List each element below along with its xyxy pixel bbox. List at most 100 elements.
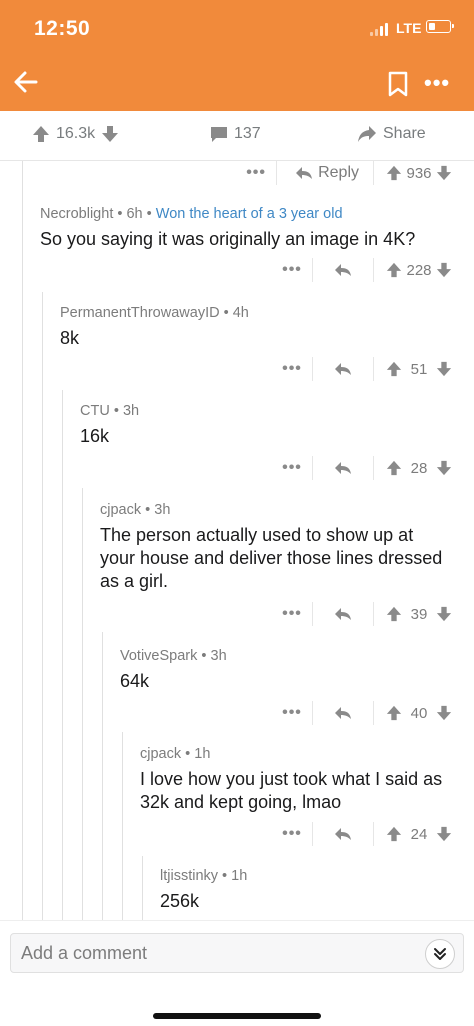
home-indicator [153, 1013, 321, 1019]
add-comment-input[interactable]: Add a comment [10, 933, 464, 973]
comment: VotiveSpark • 3h 64k [120, 648, 450, 693]
downvote-arrow-icon[interactable] [436, 165, 452, 181]
comment-bubble-icon [211, 127, 227, 142]
thread-line [62, 390, 63, 920]
bottom-bar: Add a comment [0, 920, 474, 1026]
reply-arrow-icon [335, 462, 351, 474]
downvote-arrow-icon[interactable] [436, 460, 452, 476]
upvote-arrow-icon[interactable] [386, 460, 402, 476]
reply-button[interactable] [313, 706, 373, 720]
comment-meta: Necroblight • 6h • Won the heart of a 3 … [40, 206, 343, 222]
comment-vote: 24 [374, 826, 452, 843]
upvote-arrow-icon[interactable] [386, 705, 402, 721]
comment-vote: 228 [374, 262, 452, 279]
comment-meta: VotiveSpark • 3h [120, 648, 227, 664]
comment-more-button[interactable]: ••• [272, 704, 312, 722]
comment-meta: CTU • 3h [80, 403, 140, 419]
downvote-arrow-icon[interactable] [436, 826, 452, 842]
save-button[interactable] [387, 71, 409, 97]
back-button[interactable] [12, 68, 40, 96]
reply-button[interactable] [313, 607, 373, 621]
upvote-arrow-icon[interactable] [386, 606, 402, 622]
comment-more-button[interactable]: ••• [272, 261, 312, 279]
comment-vote: 51 [374, 361, 452, 378]
comment-more-button[interactable]: ••• [272, 605, 312, 623]
more-icon: ••• [424, 70, 451, 95]
comment-age: 3h [154, 502, 171, 518]
comment-actions: ••• 228 [272, 258, 452, 282]
comment: Necroblight • 6h • Won the heart of a 3 … [40, 206, 460, 251]
downvote-arrow-icon[interactable] [436, 262, 452, 278]
reply-button[interactable] [313, 827, 373, 841]
reply-button[interactable]: Reply [277, 164, 373, 182]
share-arrow-icon [358, 126, 376, 142]
reply-button[interactable] [313, 461, 373, 475]
status-time: 12:50 [34, 17, 91, 40]
comment-more-button[interactable]: ••• [236, 164, 276, 182]
comment-age: 1h [194, 746, 211, 762]
reply-arrow-icon [335, 608, 351, 620]
comment-vote: 28 [374, 460, 452, 477]
comment-score: 51 [410, 360, 428, 378]
comment-body: 256k [160, 891, 200, 911]
reply-button[interactable] [313, 362, 373, 376]
comment-score: 24 [410, 825, 428, 843]
downvote-arrow-icon[interactable] [436, 606, 452, 622]
battery-icon [426, 20, 454, 33]
comment-more-button[interactable]: ••• [272, 360, 312, 378]
thread-line [142, 856, 143, 920]
downvote-arrow-icon[interactable] [436, 705, 452, 721]
comment-score: 28 [410, 459, 428, 477]
comment-vote: 39 [374, 606, 452, 623]
downvote-arrow-icon[interactable] [436, 361, 452, 377]
reply-arrow-icon [296, 167, 313, 179]
upvote-arrow-icon[interactable] [386, 361, 402, 377]
comment-more-button[interactable]: ••• [272, 459, 312, 477]
post-action-bar: 16.3k 137 Share [0, 111, 474, 161]
user-flair: Won the heart of a 3 year old [155, 206, 343, 222]
bookmark-icon [388, 71, 408, 97]
comment-meta: cjpack • 1h [140, 746, 211, 762]
comment-author[interactable]: cjpack [140, 746, 181, 762]
comment-age: 4h [232, 305, 249, 321]
comment-score: 39 [410, 605, 428, 623]
comment-body: So you saying it was originally an image… [40, 229, 416, 249]
comment-author[interactable]: ltjisstinky [160, 868, 218, 884]
upvote-arrow-icon[interactable] [386, 262, 402, 278]
comment-meta: ltjisstinky • 1h [160, 868, 248, 884]
double-chevron-down-icon [434, 948, 446, 960]
comment-age: 3h [122, 403, 140, 419]
comment-actions: ••• 28 [272, 456, 452, 480]
reply-button[interactable] [313, 263, 373, 277]
collapse-button[interactable] [425, 939, 455, 969]
upvote-arrow-icon[interactable] [32, 125, 50, 143]
reply-arrow-icon [335, 264, 351, 276]
comment-more-button[interactable]: ••• [272, 825, 312, 843]
comment-body: The person actually used to show up at y… [100, 525, 443, 591]
post-comments[interactable]: 137 [210, 125, 261, 143]
downvote-arrow-icon[interactable] [101, 125, 119, 143]
more-options-button[interactable]: ••• [424, 70, 452, 95]
comment-meta: cjpack • 3h [100, 502, 171, 518]
comment-actions: ••• 51 [272, 357, 452, 381]
comment: cjpack • 1h I love how you just took wha… [140, 746, 450, 814]
upvote-arrow-icon[interactable] [386, 826, 402, 842]
comment-body: 8k [60, 328, 80, 348]
post-comment-count: 137 [234, 125, 261, 142]
share-button[interactable]: Share [357, 125, 426, 143]
comment-actions: ••• 39 [272, 602, 452, 626]
comment-author[interactable]: PermanentThrowawayID [60, 305, 220, 321]
comment-author[interactable]: Necroblight [40, 206, 113, 222]
comment-vote: 40 [374, 705, 452, 722]
comment-author[interactable]: cjpack [100, 502, 141, 518]
comment-age: 1h [231, 868, 248, 884]
comment-author[interactable]: CTU [80, 403, 110, 419]
upvote-arrow-icon[interactable] [386, 165, 402, 181]
reply-arrow-icon [335, 707, 351, 719]
comment-author[interactable]: VotiveSpark [120, 648, 197, 664]
comment-body: I love how you just took what I said as … [140, 769, 443, 812]
app-header: 12:50 LTE ••• [0, 0, 474, 111]
comment-body: 16k [80, 426, 110, 446]
reply-label: Reply [318, 164, 359, 181]
share-label: Share [383, 125, 426, 142]
